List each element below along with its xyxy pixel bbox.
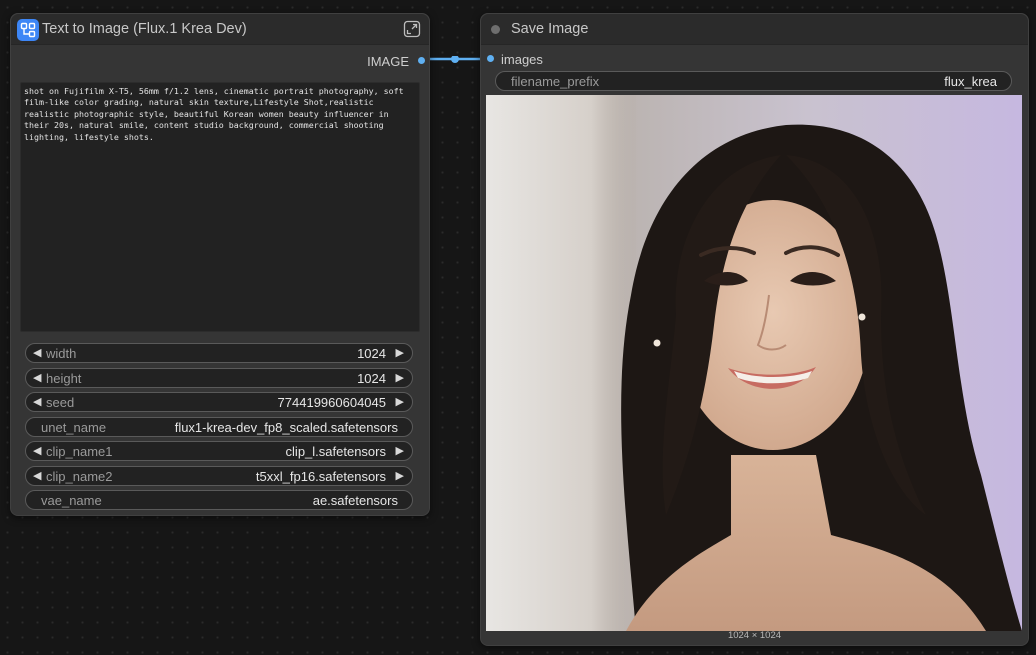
- increment-arrow-icon[interactable]: ▶: [396, 444, 404, 457]
- node-header[interactable]: Text to Image (Flux.1 Krea Dev): [11, 14, 429, 45]
- output-slot-label: IMAGE: [367, 54, 409, 69]
- widget-value: clip_l.safetensors: [285, 444, 386, 459]
- widget-value: 1024: [357, 371, 386, 386]
- node-app-icon: [17, 19, 39, 41]
- save-image-node[interactable]: Save Image images filename_prefix flux_k…: [480, 13, 1029, 646]
- widget-label: vae_name: [41, 493, 102, 508]
- widget-label: filename_prefix: [511, 74, 600, 89]
- node-title: Save Image: [511, 21, 589, 37]
- input-slot-dot[interactable]: [487, 55, 494, 62]
- text-to-image-node[interactable]: Text to Image (Flux.1 Krea Dev) IMAGE sh…: [10, 13, 430, 516]
- prompt-textarea[interactable]: shot on Fujifilm X-T5, 56mm f/1.2 lens, …: [20, 82, 420, 332]
- input-slot-label: images: [501, 52, 543, 67]
- widget-label: width: [46, 346, 77, 361]
- seed-widget[interactable]: ◀ seed 774419960604045 ▶: [25, 392, 413, 412]
- widget-label: clip_name2: [46, 469, 113, 484]
- widget-label: seed: [46, 395, 75, 410]
- increment-arrow-icon[interactable]: ▶: [396, 371, 404, 384]
- decrement-arrow-icon[interactable]: ◀: [33, 371, 41, 384]
- widget-value: ae.safetensors: [312, 493, 398, 508]
- widget-value: t5xxl_fp16.safetensors: [255, 469, 386, 484]
- increment-arrow-icon[interactable]: ▶: [396, 346, 404, 359]
- width-widget[interactable]: ◀ width 1024 ▶: [25, 343, 413, 363]
- node-title: Text to Image (Flux.1 Krea Dev): [42, 21, 247, 37]
- expand-icon[interactable]: [403, 20, 421, 38]
- widget-value: flux_krea: [944, 74, 997, 89]
- widget-value: flux1-krea-dev_fp8_scaled.safetensors: [174, 420, 398, 435]
- clip-name2-widget[interactable]: ◀ clip_name2 t5xxl_fp16.safetensors ▶: [25, 466, 413, 486]
- filename-prefix-widget[interactable]: filename_prefix flux_krea: [495, 71, 1012, 91]
- height-widget[interactable]: ◀ height 1024 ▶: [25, 368, 413, 388]
- widget-label: clip_name1: [46, 444, 113, 459]
- output-slot-dot[interactable]: [418, 57, 425, 64]
- image-size-label: 1024 × 1024: [727, 630, 782, 641]
- widget-value: 774419960604045: [277, 395, 386, 410]
- preview-image[interactable]: [486, 95, 1022, 631]
- unet-name-widget[interactable]: unet_name flux1-krea-dev_fp8_scaled.safe…: [25, 417, 413, 437]
- decrement-arrow-icon[interactable]: ◀: [33, 444, 41, 457]
- increment-arrow-icon[interactable]: ▶: [396, 395, 404, 408]
- clip-name1-widget[interactable]: ◀ clip_name1 clip_l.safetensors ▶: [25, 441, 413, 461]
- vae-name-widget[interactable]: vae_name ae.safetensors: [25, 490, 413, 510]
- status-dot-icon: [491, 25, 500, 34]
- decrement-arrow-icon[interactable]: ◀: [33, 469, 41, 482]
- portrait-photo: [486, 95, 1022, 631]
- widget-label: height: [46, 371, 82, 386]
- increment-arrow-icon[interactable]: ▶: [396, 469, 404, 482]
- decrement-arrow-icon[interactable]: ◀: [33, 395, 41, 408]
- decrement-arrow-icon[interactable]: ◀: [33, 346, 41, 359]
- widget-value: 1024: [357, 346, 386, 361]
- node-header[interactable]: Save Image: [481, 14, 1028, 45]
- widget-label: unet_name: [41, 420, 107, 435]
